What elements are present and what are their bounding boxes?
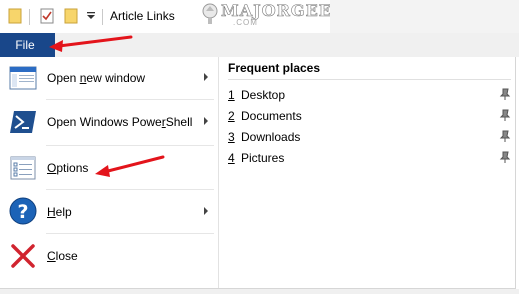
annotation-arrow-file bbox=[49, 35, 133, 52]
submenu-arrow-icon bbox=[204, 73, 208, 81]
checkmark-properties-icon[interactable] bbox=[40, 8, 54, 24]
frequent-place-pictures[interactable]: 4 Pictures bbox=[228, 148, 513, 168]
frequent-place-documents[interactable]: 2 Documents bbox=[228, 106, 513, 126]
powershell-icon bbox=[10, 111, 36, 133]
title-bar: Article Links MAJORGEEKS .COM bbox=[0, 0, 519, 33]
frequent-place-name: Documents bbox=[241, 109, 302, 123]
folder-icon[interactable] bbox=[8, 8, 22, 24]
window-title: Article Links bbox=[110, 9, 175, 23]
pin-icon[interactable] bbox=[498, 108, 512, 122]
submenu-arrow-icon bbox=[204, 117, 208, 125]
customize-quick-access-dropdown[interactable] bbox=[86, 11, 96, 21]
annotation-arrow-options bbox=[95, 155, 165, 177]
frequent-place-number: 2 bbox=[228, 109, 235, 123]
svg-text:?: ? bbox=[17, 201, 28, 223]
close-icon bbox=[11, 244, 35, 268]
frequent-place-number: 4 bbox=[228, 151, 235, 165]
options-label: Options bbox=[47, 161, 89, 175]
watermark-subtext: .COM bbox=[233, 18, 258, 27]
submenu-arrow-icon bbox=[204, 207, 208, 215]
close-label: Close bbox=[47, 249, 78, 263]
frequent-places-divider bbox=[228, 79, 511, 80]
frequent-place-name: Desktop bbox=[241, 88, 286, 102]
menu-divider bbox=[46, 99, 214, 100]
frequent-place-name: Downloads bbox=[241, 130, 301, 144]
pin-icon[interactable] bbox=[498, 87, 512, 101]
open-powershell-label: Open Windows PowerShell bbox=[47, 115, 193, 129]
menu-pane-divider bbox=[218, 57, 219, 288]
file-menu: Open new window Open Windows PowerShell bbox=[0, 57, 516, 289]
help-item[interactable]: ? Help bbox=[0, 191, 218, 233]
menu-divider bbox=[46, 189, 214, 190]
watermark-icon bbox=[202, 3, 218, 24]
pin-icon[interactable] bbox=[498, 129, 512, 143]
menu-divider bbox=[46, 233, 214, 234]
toolbar-separator bbox=[29, 9, 30, 25]
pin-icon[interactable] bbox=[498, 150, 512, 164]
help-icon: ? bbox=[9, 197, 37, 225]
frequent-place-name: Pictures bbox=[241, 151, 285, 165]
new-folder-icon[interactable] bbox=[64, 8, 78, 24]
new-window-icon bbox=[9, 66, 37, 90]
frequent-place-downloads[interactable]: 3 Downloads bbox=[228, 127, 513, 147]
frequent-place-number: 1 bbox=[228, 88, 235, 102]
help-label: Help bbox=[47, 205, 72, 219]
menu-divider bbox=[46, 145, 214, 146]
title-bar-empty-area bbox=[330, 0, 519, 33]
frequent-places-header: Frequent places bbox=[228, 61, 321, 75]
frequent-place-desktop[interactable]: 1 Desktop bbox=[228, 85, 513, 105]
open-new-window-item[interactable]: Open new window bbox=[0, 57, 218, 99]
toolbar-separator bbox=[102, 9, 103, 25]
options-icon bbox=[10, 156, 36, 180]
frequent-place-number: 3 bbox=[228, 130, 235, 144]
open-new-window-label: Open new window bbox=[47, 71, 146, 85]
status-bar bbox=[0, 289, 519, 294]
close-item[interactable]: Close bbox=[0, 235, 218, 277]
watermark-logo: MAJORGEEKS .COM bbox=[199, 0, 359, 30]
open-powershell-item[interactable]: Open Windows PowerShell bbox=[0, 101, 218, 143]
